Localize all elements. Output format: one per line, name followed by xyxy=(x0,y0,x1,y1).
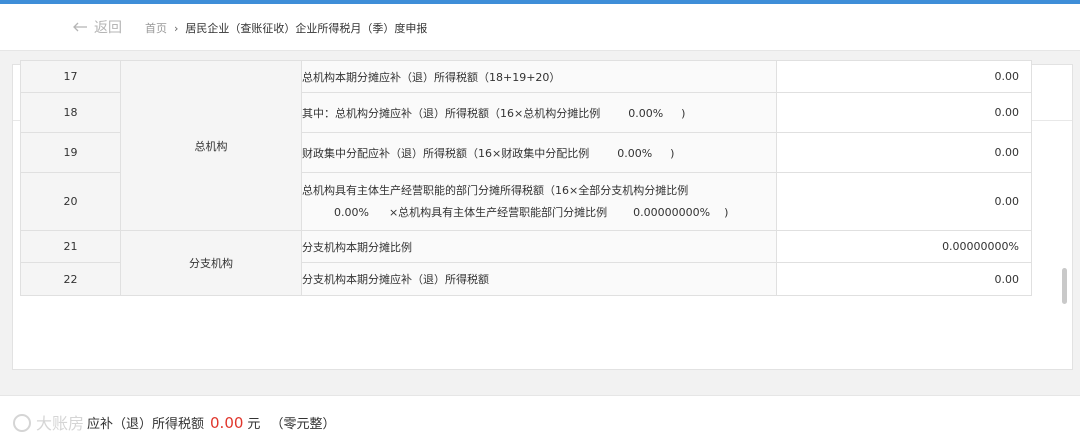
closing-paren: ) xyxy=(681,106,686,120)
total-tax-label: 应补（退）所得税额 xyxy=(87,417,205,432)
tax-allocation-table: 17 总机构 总机构本期分摊应补（退）所得税额（18+19+20） 0.00 1… xyxy=(20,60,1032,296)
row-value[interactable]: 0.00 xyxy=(776,132,1032,173)
ratio-value-2: 0.00000000% xyxy=(633,205,711,219)
ratio-value: 0.00% xyxy=(628,106,664,120)
table-row: 21 分支机构 分支机构本期分摊比例 0.00000000% xyxy=(20,230,1032,296)
vertical-scrollbar[interactable] xyxy=(1062,268,1067,304)
row-description-text: 总机构具有主体生产经营职能的部门分摊所得税额（16×全部分支机构分摊比例 xyxy=(302,183,689,197)
row-description: 分支机构本期分摊比例 xyxy=(301,230,777,263)
row-description: 总机构本期分摊应补（退）所得税额（18+19+20） xyxy=(301,60,777,93)
group-branch: 分支机构 xyxy=(120,230,302,296)
row-number: 19 xyxy=(20,132,121,173)
back-button[interactable]: 返回 xyxy=(72,17,122,37)
row-description: 其中：总机构分摊应补（退）所得税额（16×总机构分摊比例 0.00%) xyxy=(301,92,777,133)
row-number: 21 xyxy=(20,230,121,263)
back-label: 返回 xyxy=(94,20,122,36)
ratio-value: 0.00% xyxy=(617,146,653,160)
row-value[interactable]: 0.00 xyxy=(776,262,1032,296)
row-description-text: 其中：总机构分摊应补（退）所得税额（16×总机构分摊比例 xyxy=(302,106,601,120)
row-value[interactable]: 0.00 xyxy=(776,60,1032,93)
row-description: 分支机构本期分摊应补（退）所得税额 xyxy=(301,262,777,296)
row-number: 22 xyxy=(20,262,121,296)
row-description-text: 财政集中分配应补（退）所得税额（16×财政集中分配比例 xyxy=(302,146,590,160)
breadcrumb-home[interactable]: 首页 xyxy=(145,20,167,36)
row-number: 20 xyxy=(20,172,121,231)
total-tax-amount: 0.00 xyxy=(210,414,244,432)
chevron-right-icon: › xyxy=(174,21,179,35)
row-number: 17 xyxy=(20,60,121,93)
breadcrumb-current: 居民企业（查账征收）企业所得税月（季）度申报 xyxy=(185,22,428,35)
row-value[interactable]: 0.00 xyxy=(776,172,1032,231)
total-tax-amount-chinese: （零元整） xyxy=(270,417,336,432)
ratio-value: 0.00% xyxy=(334,205,369,219)
page-header: 返回 首页 › 居民企业（查账征收）企业所得税月（季）度申报 xyxy=(0,4,1080,51)
total-tax-unit: 元 xyxy=(247,417,261,432)
closing-paren: ) xyxy=(724,205,729,219)
row-value[interactable]: 0.00 xyxy=(776,92,1032,133)
row-value[interactable]: 0.00000000% xyxy=(776,230,1032,263)
row-description: 财政集中分配应补（退）所得税额（16×财政集中分配比例 0.00%) xyxy=(301,132,777,173)
row-description: 总机构具有主体生产经营职能的部门分摊所得税额（16×全部分支机构分摊比例 0.0… xyxy=(301,172,777,231)
watermark-text: 大账房 xyxy=(36,414,84,433)
total-tax-line: 应补（退）所得税额 0.00 元 （零元整） xyxy=(87,413,335,432)
row-description-line2: 0.00% ×总机构具有主体生产经营职能部门分摊比例 0.00000000%) xyxy=(302,202,776,224)
row-description-text2: ×总机构具有主体生产经营职能部门分摊比例 xyxy=(388,205,608,219)
breadcrumb: 首页 › 居民企业（查账征收）企业所得税月（季）度申报 xyxy=(145,20,427,36)
group-head-office: 总机构 xyxy=(120,60,302,231)
summary-footer: 大账房 应补（退）所得税额 0.00 元 （零元整） xyxy=(0,395,1080,446)
arrow-left-icon xyxy=(73,22,87,32)
closing-paren: ) xyxy=(670,146,675,160)
row-number: 18 xyxy=(20,92,121,133)
table-row: 17 总机构 总机构本期分摊应补（退）所得税额（18+19+20） 0.00 xyxy=(20,60,1032,231)
